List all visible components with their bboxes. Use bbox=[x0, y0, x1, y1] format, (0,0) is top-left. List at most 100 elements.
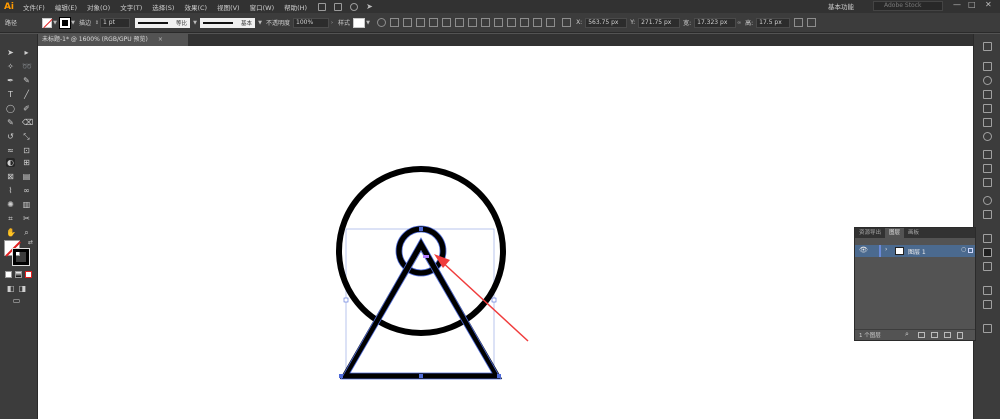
anchor-point-right[interactable] bbox=[491, 297, 497, 303]
layer-name[interactable]: 图层 1 bbox=[908, 247, 926, 256]
menu-help[interactable]: 帮助(H) bbox=[279, 2, 312, 12]
stroke-swatch[interactable] bbox=[59, 16, 72, 29]
make-clipping-mask-icon[interactable] bbox=[918, 332, 925, 338]
menu-window[interactable]: 窗口(W) bbox=[245, 2, 280, 12]
column-graph-tool-icon[interactable]: ▥ bbox=[22, 200, 31, 209]
fill-dropdown-icon[interactable]: ▼ bbox=[52, 20, 58, 26]
character-icon[interactable] bbox=[983, 324, 992, 333]
menu-type[interactable]: 文字(T) bbox=[115, 2, 147, 12]
transform-panel-icon[interactable] bbox=[983, 286, 992, 295]
distribute-bottom-icon[interactable] bbox=[507, 18, 517, 27]
hand-tool-icon[interactable]: ✋ bbox=[6, 228, 16, 237]
gradient-panel-icon[interactable] bbox=[983, 164, 992, 173]
style-label[interactable]: 样式 bbox=[338, 18, 350, 27]
distribute-top-icon[interactable] bbox=[481, 18, 491, 27]
slice-tool-icon[interactable]: ✂ bbox=[22, 214, 31, 223]
selection-tool-icon[interactable]: ➤ bbox=[6, 48, 15, 57]
rotate-tool-icon[interactable]: ↺ bbox=[6, 132, 15, 141]
transform-options-icon[interactable] bbox=[794, 18, 804, 27]
distribute-left-icon[interactable] bbox=[520, 18, 530, 27]
send-icon[interactable]: ➤ bbox=[366, 2, 374, 11]
line-tool-icon[interactable]: ╱ bbox=[22, 90, 31, 99]
anchor-point-bottom-left[interactable] bbox=[339, 374, 343, 378]
menu-view[interactable]: 视图(V) bbox=[212, 2, 245, 12]
appearance-icon[interactable] bbox=[983, 196, 992, 205]
symbols-icon[interactable] bbox=[983, 118, 992, 127]
curvature-tool-icon[interactable]: ✎ bbox=[22, 76, 31, 85]
brush-dropdown-icon[interactable]: ▼ bbox=[257, 20, 263, 26]
distribute-hcenter-icon[interactable] bbox=[533, 18, 543, 27]
type-tool-icon[interactable]: T bbox=[6, 90, 15, 99]
create-new-layer-icon[interactable] bbox=[944, 332, 951, 338]
shaper-tool-icon[interactable]: ✎ bbox=[6, 118, 15, 127]
align-bottom-icon[interactable] bbox=[468, 18, 478, 27]
none-mode-icon[interactable] bbox=[25, 271, 32, 278]
draw-behind-icon[interactable]: ◨ bbox=[18, 284, 27, 293]
align-panel-icon[interactable] bbox=[983, 210, 992, 219]
brushes-icon[interactable] bbox=[983, 104, 992, 113]
anchor-point-top[interactable] bbox=[419, 227, 423, 231]
menu-select[interactable]: 选择(S) bbox=[147, 2, 179, 12]
align-center-icon[interactable] bbox=[416, 18, 426, 27]
document-tab-close-icon[interactable]: × bbox=[158, 36, 163, 43]
transparency-icon[interactable] bbox=[983, 178, 992, 187]
pen-tool-icon[interactable]: ✒ bbox=[6, 76, 15, 85]
height-field[interactable]: 17.5 px bbox=[756, 17, 791, 28]
tab-layers[interactable]: 图层 bbox=[885, 228, 905, 238]
lasso-tool-icon[interactable]: ➿ bbox=[22, 62, 32, 71]
gradient-mode-icon[interactable] bbox=[15, 271, 22, 278]
swap-fill-stroke-icon[interactable]: ⇄ bbox=[26, 238, 35, 247]
layer-row[interactable]: 👁 › 图层 1 ○ bbox=[855, 245, 975, 257]
color-mode-icon[interactable] bbox=[5, 271, 12, 278]
x-field[interactable]: 563.75 px bbox=[585, 17, 628, 28]
layer-selection-indicator[interactable] bbox=[968, 248, 973, 253]
align-left-icon[interactable] bbox=[403, 18, 413, 27]
distribute-center-icon[interactable] bbox=[494, 18, 504, 27]
zoom-tool-icon[interactable]: ⌕ bbox=[22, 228, 31, 237]
graphic-styles-icon[interactable] bbox=[983, 132, 992, 141]
opacity-dropdown-icon[interactable]: › bbox=[329, 20, 335, 26]
align-right-icon[interactable] bbox=[429, 18, 439, 27]
blend-tool-icon[interactable]: ∞ bbox=[22, 186, 31, 195]
constrain-proportions-icon[interactable]: ∞ bbox=[736, 20, 742, 26]
color-icon[interactable] bbox=[983, 76, 992, 85]
tab-export-assets[interactable]: 资源导出 bbox=[855, 228, 885, 238]
workspace-switcher[interactable]: 基本功能 bbox=[828, 1, 854, 11]
minimize-button[interactable]: — bbox=[953, 0, 961, 9]
opacity-label[interactable]: 不透明度 bbox=[266, 18, 290, 27]
mesh-tool-icon[interactable]: ⊠ bbox=[6, 172, 15, 181]
menu-effect[interactable]: 效果(C) bbox=[179, 2, 212, 12]
graphic-style-swatch[interactable] bbox=[353, 17, 366, 28]
artboard-tool-icon[interactable]: ⌗ bbox=[6, 214, 15, 223]
profile-dropdown-icon[interactable]: ▼ bbox=[192, 20, 198, 26]
align-middle-icon[interactable] bbox=[455, 18, 465, 27]
layer-target-icon[interactable]: ○ bbox=[961, 246, 966, 253]
stock-search-input[interactable]: Adobe Stock bbox=[873, 1, 943, 11]
properties-icon[interactable] bbox=[983, 62, 992, 71]
draw-mode-icon[interactable]: ◧ bbox=[6, 284, 15, 293]
gradient-tool-icon[interactable]: ▤ bbox=[22, 172, 31, 181]
eyedropper-tool-icon[interactable]: ⌇ bbox=[6, 186, 15, 195]
menu-file[interactable]: 文件(F) bbox=[18, 2, 50, 12]
stroke-panel-icon[interactable] bbox=[983, 150, 992, 159]
paintbrush-tool-icon[interactable]: ✐ bbox=[22, 104, 31, 113]
magic-wand-tool-icon[interactable]: ✧ bbox=[6, 62, 15, 71]
brush-definition[interactable]: 基本 bbox=[200, 17, 256, 28]
delete-layer-icon[interactable] bbox=[957, 332, 963, 339]
align-selection-icon[interactable] bbox=[390, 18, 400, 27]
screen-mode-icon[interactable]: ▭ bbox=[12, 296, 21, 305]
free-transform-tool-icon[interactable]: ⊡ bbox=[22, 146, 31, 155]
menu-object[interactable]: 对象(O) bbox=[82, 2, 115, 12]
locate-object-icon[interactable]: ⌕ bbox=[905, 330, 909, 339]
stroke-color-box[interactable] bbox=[12, 248, 30, 266]
direct-selection-tool-icon[interactable]: ▸ bbox=[22, 48, 31, 57]
align-top-icon[interactable] bbox=[442, 18, 452, 27]
scale-tool-icon[interactable]: ⤡ bbox=[22, 132, 31, 141]
width-tool-icon[interactable]: ≈ bbox=[6, 146, 15, 155]
isolate-object-icon[interactable] bbox=[807, 18, 817, 27]
libraries-icon[interactable] bbox=[983, 42, 992, 51]
stroke-dropdown-icon[interactable]: ▼ bbox=[70, 20, 76, 26]
export-assets-icon[interactable] bbox=[983, 234, 992, 243]
artboard-canvas[interactable] bbox=[38, 46, 973, 419]
swatches-icon[interactable] bbox=[983, 90, 992, 99]
